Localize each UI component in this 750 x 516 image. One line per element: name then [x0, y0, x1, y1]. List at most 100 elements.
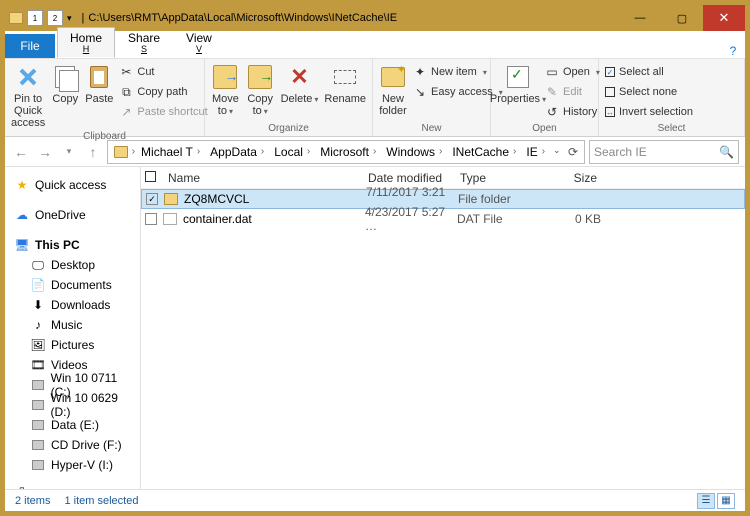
nav-forward-button[interactable]: → [35, 142, 55, 162]
copy-icon [55, 66, 75, 88]
folder-icon: ♪ [31, 318, 45, 332]
copy-to-icon [248, 65, 272, 89]
file-size: 0 KB [551, 212, 611, 226]
crumb-item[interactable]: Windows› [380, 141, 446, 163]
new-folder-button[interactable]: New folder [379, 61, 407, 117]
paste-shortcut-button[interactable]: ↗Paste shortcut [119, 103, 207, 121]
crumb-item[interactable]: Michael T› [135, 141, 204, 163]
qat-badge-1[interactable]: 1 [27, 10, 43, 26]
check-icon: ✓ [605, 67, 615, 77]
sidebar-item[interactable]: Hyper-V (I:) [7, 455, 138, 475]
cut-button[interactable]: ✂Cut [119, 63, 207, 81]
pin-icon [14, 63, 42, 91]
select-all-checkbox[interactable] [145, 171, 156, 185]
crumb-item[interactable]: IE› [520, 141, 549, 163]
open-button[interactable]: ▭Open▾ [545, 63, 600, 81]
new-item-button[interactable]: ✦New item▾ [413, 63, 503, 81]
move-icon [213, 65, 237, 89]
sidebar-item[interactable]: 🖼Pictures [7, 335, 138, 355]
folder-icon [9, 12, 23, 24]
sidebar-item[interactable]: 📄Documents [7, 275, 138, 295]
invert-icon: ↔ [605, 107, 615, 117]
col-name[interactable]: Name [162, 171, 362, 185]
file-row[interactable]: container.dat 4/23/2017 5:27 … DAT File … [141, 209, 745, 229]
file-type: DAT File [457, 212, 551, 226]
rename-icon [334, 70, 356, 84]
col-size[interactable]: Size [548, 171, 608, 185]
col-type[interactable]: Type [454, 171, 548, 185]
sidebar-item[interactable]: 🖥This PC [7, 235, 138, 255]
delete-button[interactable]: ✕ Delete▾ [281, 61, 319, 105]
cloud-icon: ☁ [15, 208, 29, 222]
qat-badge-2[interactable]: 2 [47, 10, 63, 26]
maximize-button[interactable]: ▢ [661, 5, 703, 31]
quick-access-toolbar: 1 2 ▾ [9, 10, 72, 26]
paste-button[interactable]: Paste [85, 61, 113, 105]
navigation-pane[interactable]: ★Quick access ☁OneDrive 🖥This PC🖵Desktop📄D… [5, 167, 141, 489]
select-none-button[interactable]: Select none [605, 83, 693, 101]
qat-overflow-icon[interactable]: ▾ [67, 13, 72, 24]
minimize-button[interactable]: — [619, 5, 661, 31]
details-view-button[interactable]: ☰ [697, 493, 715, 509]
sidebar-item[interactable]: Win 10 0629 (D:) [7, 395, 138, 415]
easy-access-icon: ↘ [413, 85, 427, 99]
nav-up-button[interactable]: ↑ [83, 142, 103, 162]
sidebar-item[interactable]: ⬇Downloads [7, 295, 138, 315]
drive-icon [31, 418, 45, 432]
crumb-item[interactable]: Microsoft› [314, 141, 380, 163]
copy-path-button[interactable]: ⧉Copy path [119, 83, 207, 101]
ribbon: Pin to Quick access Copy Paste ✂Cut ⧉Cop… [5, 59, 745, 137]
search-placeholder: Search IE [594, 145, 647, 159]
history-icon: ↺ [545, 105, 559, 119]
sparkle-icon: ✦ [413, 65, 427, 79]
sidebar-item[interactable]: ★Quick access [7, 175, 138, 195]
tab-home[interactable]: HomeH [57, 27, 115, 58]
invert-selection-button[interactable]: ↔Invert selection [605, 103, 693, 121]
properties-button[interactable]: Properties▾ [497, 61, 539, 105]
pin-to-quick-access-button[interactable]: Pin to Quick access [11, 61, 45, 129]
drive-icon [31, 438, 45, 452]
col-modified[interactable]: Date modified [362, 171, 454, 185]
file-list[interactable]: ✓ ZQ8MCVCL 7/11/2017 3:21 … File folder … [141, 189, 745, 489]
crumb-item[interactable]: Local› [268, 141, 314, 163]
file-name: ZQ8MCVCL [184, 192, 366, 206]
folder-icon [114, 146, 128, 158]
dropdown-icon[interactable]: ⌄ [553, 145, 561, 159]
edit-button[interactable]: ✎Edit [545, 83, 600, 101]
sidebar-item[interactable]: CD Drive (F:) [7, 435, 138, 455]
move-to-button[interactable]: Move to▾ [211, 61, 240, 117]
folder-icon: 🖼 [31, 338, 45, 352]
breadcrumb[interactable]: › Michael T›AppData›Local›Microsoft›Wind… [107, 140, 585, 164]
history-button[interactable]: ↺History [545, 103, 600, 121]
copy-to-button[interactable]: Copy to▾ [246, 61, 275, 117]
close-button[interactable]: ✕ [703, 5, 745, 31]
group-new: New folder ✦New item▾ ↘Easy access▾ New [373, 59, 491, 136]
select-all-button[interactable]: ✓Select all [605, 63, 693, 81]
sidebar-item[interactable]: 🖵Desktop [7, 255, 138, 275]
group-clipboard: Pin to Quick access Copy Paste ✂Cut ⧉Cop… [5, 59, 205, 136]
status-count: 2 items [15, 495, 50, 507]
crumb-item[interactable]: AppData› [204, 141, 268, 163]
icons-view-button[interactable]: ▦ [717, 493, 735, 509]
tab-view[interactable]: ViewV [173, 27, 225, 58]
file-modified: 4/23/2017 5:27 … [365, 205, 457, 233]
refresh-icon[interactable]: ⟳ [568, 145, 578, 159]
new-folder-icon [381, 67, 405, 87]
copy-button[interactable]: Copy [51, 61, 79, 105]
sidebar-item[interactable]: ♪Music [7, 315, 138, 335]
sidebar-item[interactable]: ☁OneDrive [7, 205, 138, 225]
star-icon: ★ [15, 178, 29, 192]
row-checkbox[interactable]: ✓ [146, 193, 158, 205]
search-input[interactable]: Search IE 🔍 [589, 140, 739, 164]
tab-file[interactable]: File [5, 34, 55, 58]
delete-icon: ✕ [286, 63, 314, 91]
row-checkbox[interactable] [145, 213, 157, 225]
nav-back-button[interactable]: ← [11, 142, 31, 162]
drive-icon [31, 378, 45, 392]
tab-share[interactable]: ShareS [115, 27, 173, 58]
nav-recent-button[interactable]: ▾ [59, 142, 79, 162]
crumb-item[interactable]: INetCache› [446, 141, 520, 163]
ribbon-help-icon[interactable]: ? [721, 44, 745, 58]
address-bar-row: ← → ▾ ↑ › Michael T›AppData›Local›Micros… [5, 137, 745, 167]
rename-button[interactable]: Rename [324, 61, 366, 105]
